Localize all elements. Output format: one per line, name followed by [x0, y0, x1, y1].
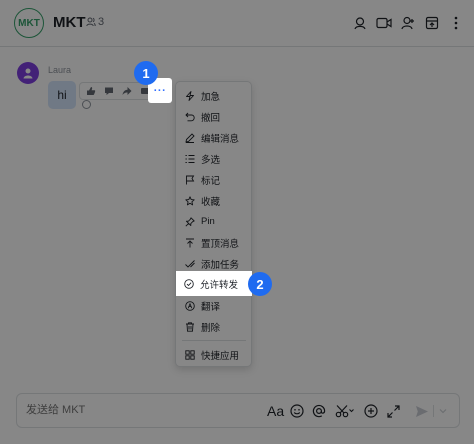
tutorial-dim-overlay: [0, 0, 474, 444]
menu-item-label: 允许转发: [200, 279, 239, 291]
menu-item-allow-forward[interactable]: 允许转发: [176, 271, 252, 296]
circle-check-icon: [184, 278, 194, 289]
step-badge-2: 2: [248, 272, 272, 296]
step-badge-1: 1: [134, 61, 158, 85]
